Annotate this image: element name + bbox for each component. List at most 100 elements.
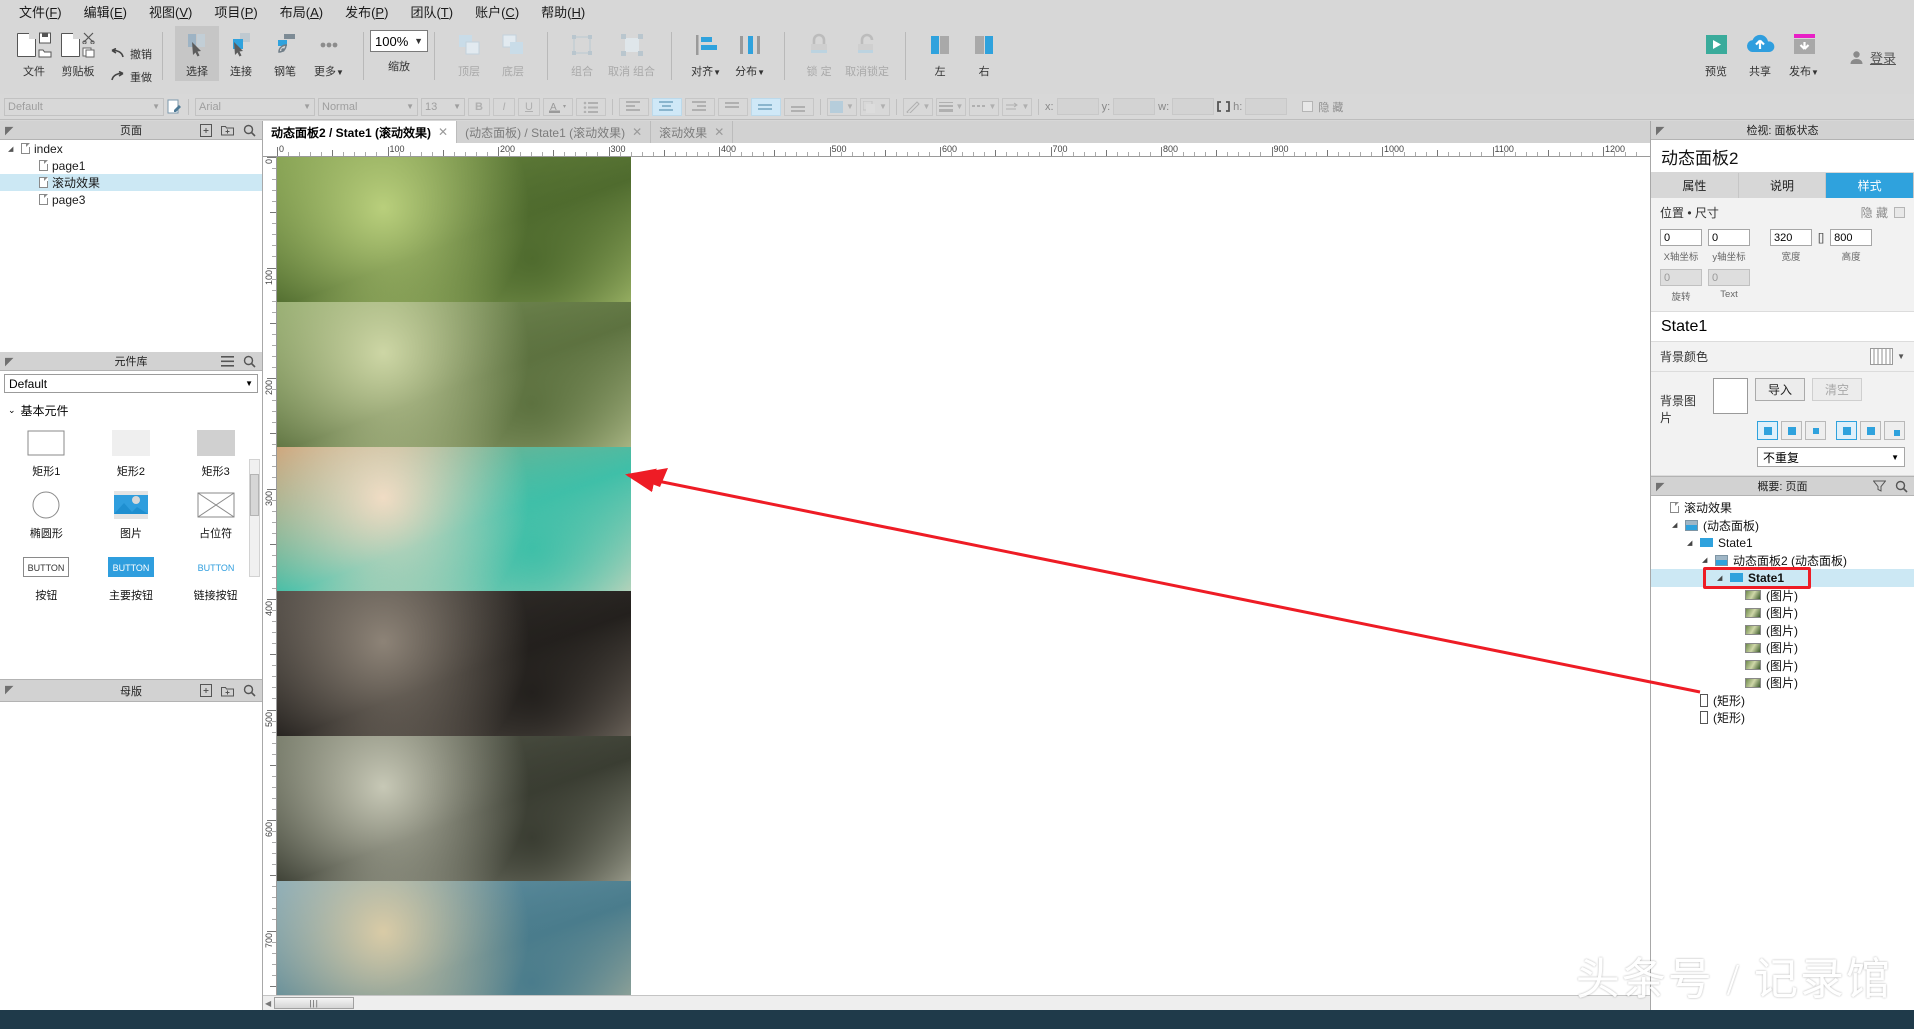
widget-矩形2[interactable]: 矩形2 bbox=[89, 423, 174, 485]
page-item-3[interactable]: 滚动效果 bbox=[0, 174, 262, 191]
outline-item-10[interactable]: (图片) bbox=[1651, 657, 1914, 675]
clipboard-button[interactable]: 剪贴板 bbox=[56, 26, 100, 81]
scroll-left-icon[interactable]: ◀ bbox=[265, 999, 271, 1008]
menu-icon[interactable] bbox=[221, 356, 234, 367]
shadow-button[interactable]: ▼ bbox=[860, 98, 890, 116]
hidden-toggle[interactable]: 隐 藏 bbox=[1302, 99, 1343, 115]
menu-item-2[interactable]: 编辑(E) bbox=[73, 0, 138, 23]
file-button[interactable]: 文件 bbox=[12, 26, 56, 81]
expand-arrow-icon[interactable]: ◢ bbox=[1687, 539, 1695, 547]
left-align-button[interactable]: 左 bbox=[918, 26, 962, 81]
w-input[interactable] bbox=[1770, 229, 1812, 246]
photo-3-cafe-table[interactable] bbox=[277, 447, 631, 592]
expand-arrow-icon[interactable]: ◢ bbox=[1672, 521, 1680, 529]
close-icon[interactable]: ✕ bbox=[438, 125, 448, 139]
photo-4-dark-studio[interactable] bbox=[277, 591, 631, 736]
outline-item-12[interactable]: (矩形) bbox=[1651, 692, 1914, 710]
valign-middle-button[interactable] bbox=[751, 98, 781, 116]
widget-矩形3[interactable]: 矩形3 bbox=[173, 423, 258, 485]
y-input[interactable] bbox=[1708, 229, 1750, 246]
chevron-down-icon[interactable]: ▼ bbox=[1897, 352, 1905, 361]
inspector-tab-1[interactable]: 属性 bbox=[1651, 173, 1739, 198]
photo-1-park-bench[interactable] bbox=[277, 157, 631, 302]
bg-fit-original-button[interactable] bbox=[1757, 421, 1778, 440]
outline-item-13[interactable]: (矩形) bbox=[1651, 709, 1914, 727]
photo-6-beach[interactable] bbox=[277, 881, 631, 995]
collapse-icon[interactable]: ◤ bbox=[1656, 124, 1664, 137]
add-folder-icon[interactable] bbox=[221, 685, 234, 697]
menu-item-9[interactable]: 帮助(H) bbox=[530, 0, 596, 23]
collapse-icon[interactable]: ◤ bbox=[5, 683, 13, 696]
send-to-back-button[interactable]: 底层 bbox=[491, 26, 535, 81]
search-icon[interactable] bbox=[243, 124, 256, 137]
widget-占位符[interactable]: 占位符 bbox=[173, 485, 258, 547]
add-page-icon[interactable] bbox=[200, 124, 212, 137]
canvas-surface[interactable]: 0100200300400500600700800900100011001200… bbox=[263, 143, 1650, 995]
redo-button[interactable]: 重做 bbox=[110, 69, 152, 85]
widgets-scrollbar[interactable] bbox=[249, 459, 260, 577]
arrow-style-button[interactable]: ▼ bbox=[1002, 98, 1032, 116]
outline-item-11[interactable]: (图片) bbox=[1651, 674, 1914, 692]
more-tools-button[interactable]: 更多▼ bbox=[307, 26, 351, 81]
select-tool-button[interactable]: 选择 bbox=[175, 26, 219, 81]
right-align-button[interactable]: 右 bbox=[962, 26, 1006, 81]
outline-item-6[interactable]: (图片) bbox=[1651, 587, 1914, 605]
font-color-button[interactable]: A bbox=[543, 98, 573, 116]
italic-button[interactable]: I bbox=[493, 98, 515, 116]
canvas-tab-3[interactable]: 滚动效果✕ bbox=[651, 121, 733, 143]
x-input[interactable] bbox=[1660, 229, 1702, 246]
close-icon[interactable]: ✕ bbox=[714, 125, 724, 139]
search-icon[interactable] bbox=[243, 355, 256, 368]
canvas-horizontal-scrollbar[interactable]: ◀ ||| bbox=[263, 995, 1650, 1010]
lock-ratio-icon[interactable] bbox=[1217, 101, 1230, 112]
inspector-tab-2[interactable]: 说明 bbox=[1739, 173, 1827, 198]
menu-item-5[interactable]: 布局(A) bbox=[269, 0, 334, 23]
login-button[interactable]: 登录 bbox=[1839, 26, 1908, 67]
widget-按钮[interactable]: BUTTON按钮 bbox=[4, 547, 89, 609]
photo-5-stone-wall[interactable] bbox=[277, 736, 631, 881]
expand-arrow-icon[interactable]: ◢ bbox=[1702, 556, 1710, 564]
undo-button[interactable]: 撤销 bbox=[110, 46, 152, 62]
h-input[interactable] bbox=[1830, 229, 1872, 246]
outline-item-5[interactable]: ◢State1 bbox=[1651, 569, 1914, 587]
valign-bottom-button[interactable] bbox=[784, 98, 814, 116]
align-button[interactable]: 对齐▼ bbox=[684, 26, 728, 81]
underline-button[interactable]: U bbox=[518, 98, 540, 116]
menu-item-3[interactable]: 视图(V) bbox=[138, 0, 203, 23]
y-input[interactable] bbox=[1113, 98, 1155, 115]
outline-item-9[interactable]: (图片) bbox=[1651, 639, 1914, 657]
bg-align-right-button[interactable] bbox=[1884, 421, 1905, 440]
inspector-tab-3[interactable]: 样式 bbox=[1826, 173, 1914, 198]
search-icon[interactable] bbox=[243, 684, 256, 697]
collapse-icon[interactable]: ◤ bbox=[5, 124, 13, 137]
menu-item-6[interactable]: 发布(P) bbox=[334, 0, 399, 23]
page-item-4[interactable]: page3 bbox=[0, 191, 262, 208]
h-input[interactable] bbox=[1245, 98, 1287, 115]
widget-椭圆形[interactable]: 椭圆形 bbox=[4, 485, 89, 547]
search-icon[interactable] bbox=[1895, 480, 1908, 493]
canvas-tab-2[interactable]: (动态面板) / State1 (滚动效果)✕ bbox=[457, 121, 651, 143]
outline-item-3[interactable]: ◢State1 bbox=[1651, 534, 1914, 552]
outline-item-7[interactable]: (图片) bbox=[1651, 604, 1914, 622]
photo-2-hedge-portrait[interactable] bbox=[277, 302, 631, 447]
font-weight-select[interactable]: Normal ▼ bbox=[318, 98, 418, 116]
group-button[interactable]: 组合 bbox=[560, 26, 604, 81]
font-family-select[interactable]: Arial ▼ bbox=[195, 98, 315, 116]
ungroup-button[interactable]: 取消 组合 bbox=[604, 26, 659, 81]
canvas-tab-1[interactable]: 动态面板2 / State1 (滚动效果)✕ bbox=[263, 121, 457, 143]
style-select[interactable]: Default ▼ bbox=[4, 98, 164, 116]
collapse-icon[interactable]: ◤ bbox=[1656, 480, 1664, 493]
bg-fit-stretch-button[interactable] bbox=[1781, 421, 1802, 440]
connect-tool-button[interactable]: 连接 bbox=[219, 26, 263, 81]
page-item-1[interactable]: ◢index bbox=[0, 140, 262, 157]
zoom-select[interactable]: 100% ▼ bbox=[370, 30, 428, 52]
outline-item-2[interactable]: ◢(动态面板) bbox=[1651, 517, 1914, 535]
hidden-checkbox[interactable] bbox=[1302, 101, 1313, 112]
preview-button[interactable]: 预览 bbox=[1694, 26, 1738, 81]
align-right-button[interactable] bbox=[685, 98, 715, 116]
scrollbar-thumb[interactable]: ||| bbox=[274, 997, 354, 1009]
x-input[interactable] bbox=[1057, 98, 1099, 115]
widget-主要按钮[interactable]: BUTTON主要按钮 bbox=[89, 547, 174, 609]
hidden-checkbox[interactable] bbox=[1894, 207, 1905, 218]
collapse-icon[interactable]: ◤ bbox=[5, 355, 13, 368]
